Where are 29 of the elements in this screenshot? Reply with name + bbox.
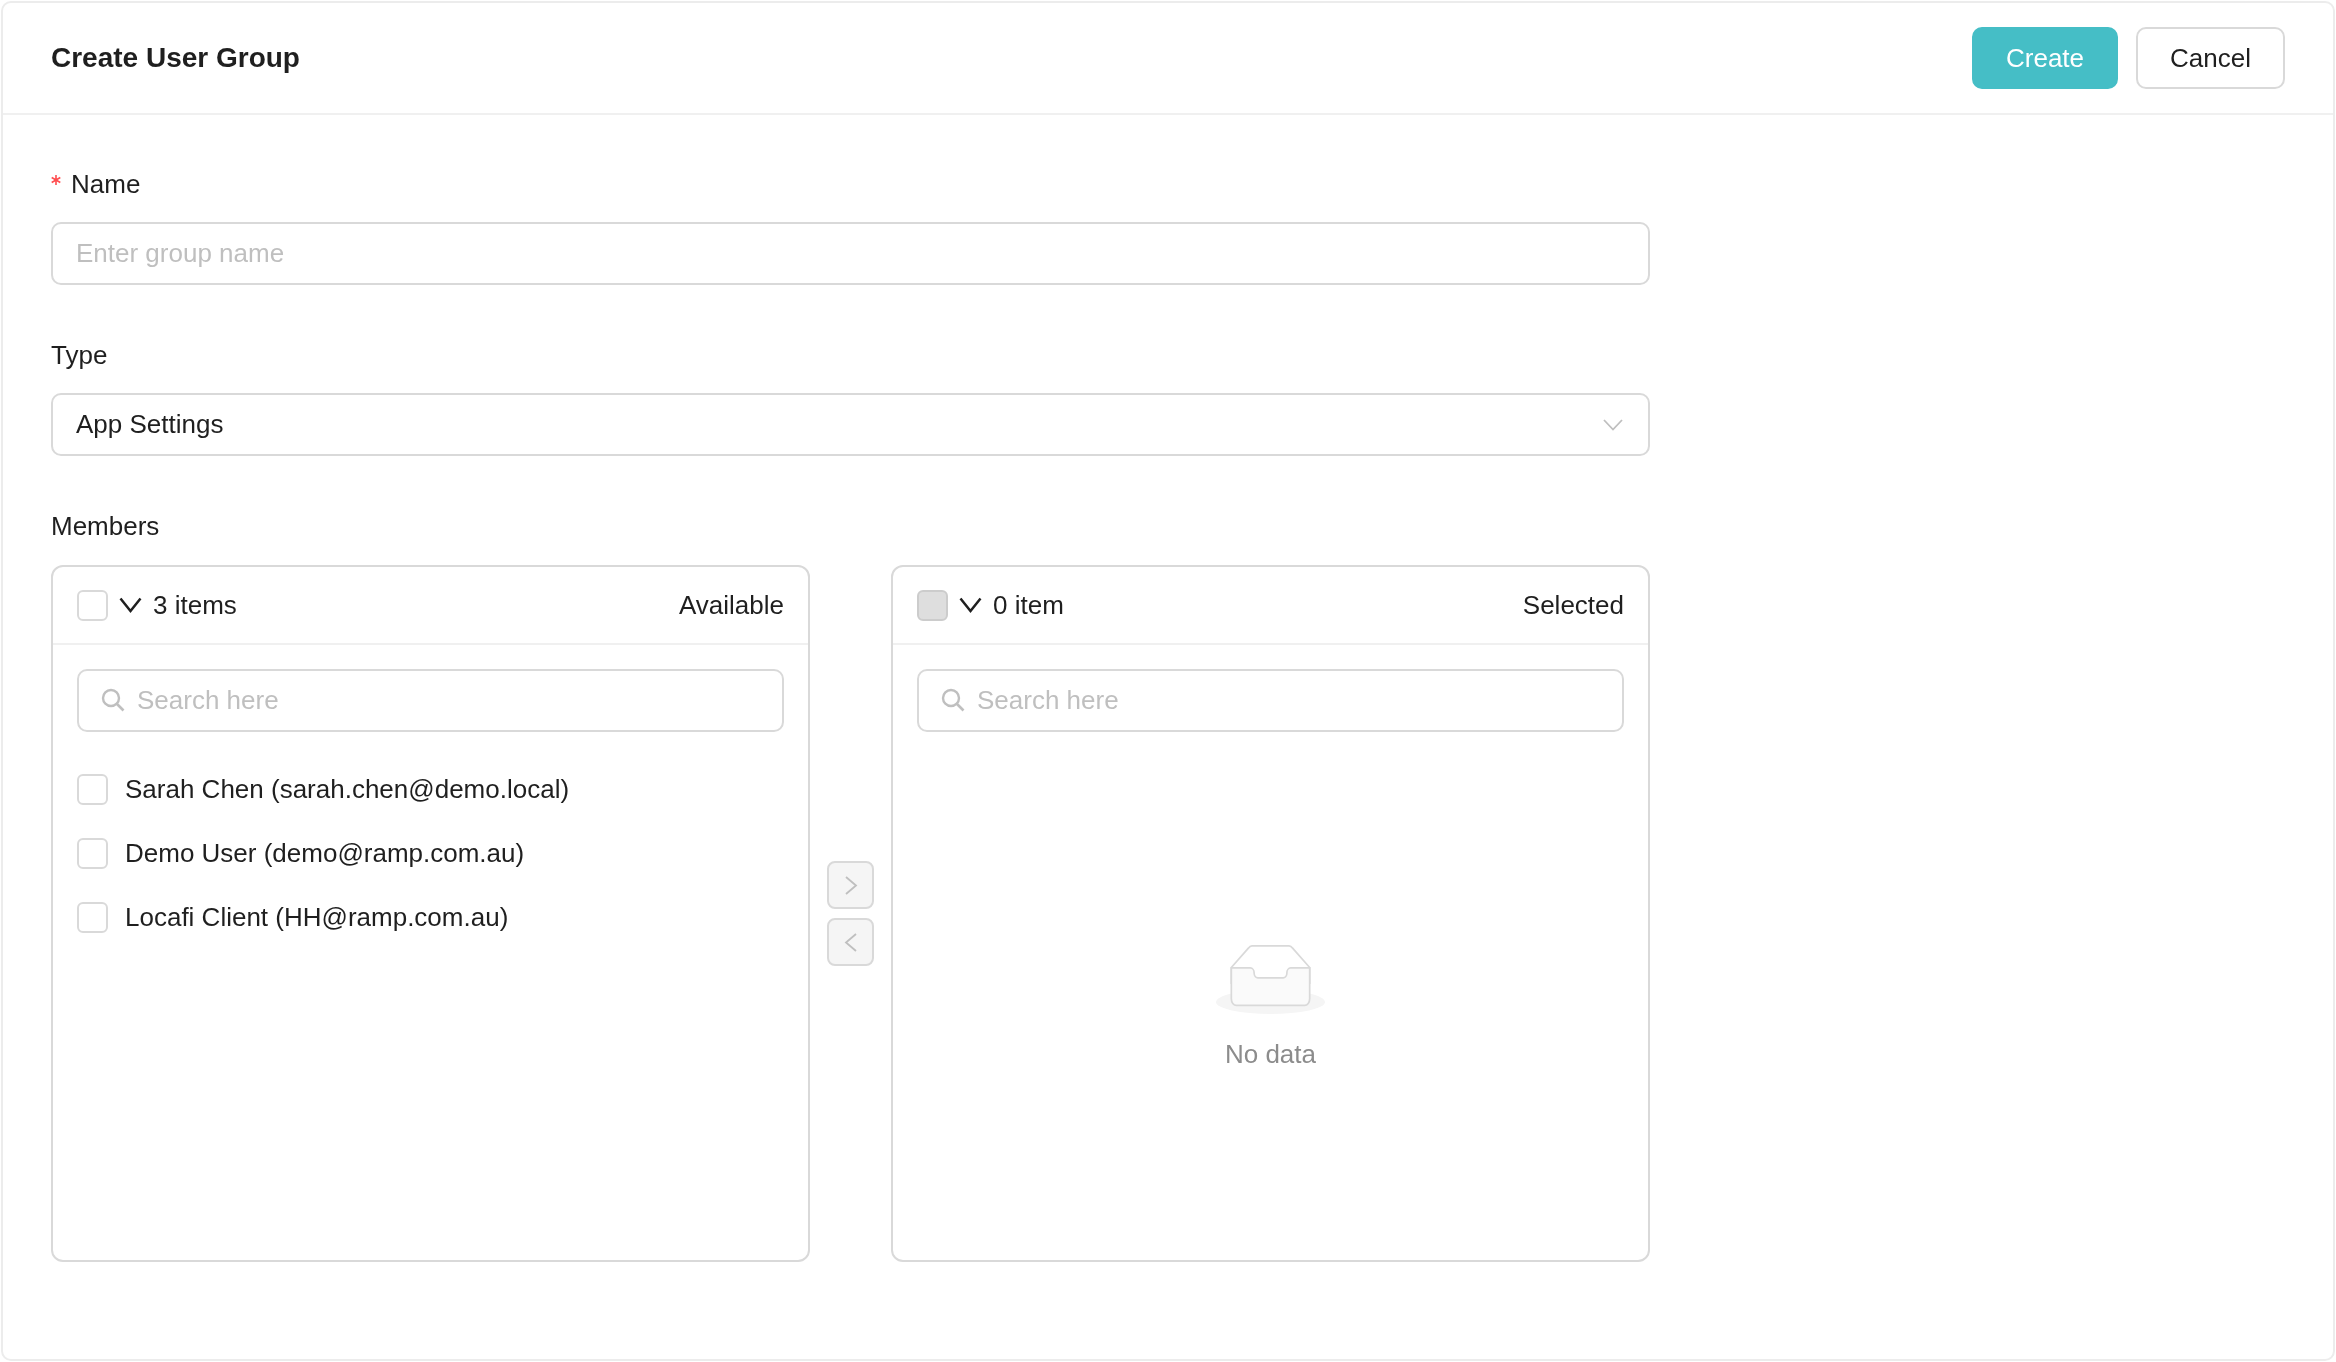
field-label: Name — [71, 168, 141, 201]
search-field[interactable]: Search here — [917, 669, 1624, 732]
item-count: 0 item — [993, 589, 1064, 622]
page-title: Create User Group — [51, 41, 300, 75]
cancel-button[interactable]: Cancel — [2136, 27, 2285, 89]
empty-tray-icon — [1216, 944, 1325, 1014]
select-all-checkbox[interactable] — [77, 589, 108, 621]
list-item-label[interactable]: Sarah Chen (sarah.chen@demo.local) — [125, 771, 570, 807]
field-label: Members — [51, 510, 160, 543]
list-item-label[interactable]: Locafi Client (HH@ramp.com.au) — [125, 899, 509, 935]
empty-text: No data — [1224, 1038, 1317, 1071]
search-icon — [101, 688, 125, 712]
item-checkbox[interactable] — [77, 837, 108, 869]
item-checkbox[interactable] — [77, 773, 108, 805]
search-icon — [941, 688, 965, 712]
item-checkbox[interactable] — [77, 901, 108, 933]
list-item-label[interactable]: Demo User (demo@ramp.com.au) — [125, 835, 525, 871]
chevron-down-icon — [1603, 418, 1623, 431]
item-count: 3 items — [153, 589, 237, 622]
chevron-down-icon[interactable] — [959, 597, 982, 613]
chevron-right-icon — [843, 874, 858, 896]
select-field[interactable]: App Settings — [51, 393, 1650, 456]
list-title: Available — [678, 589, 784, 622]
search-field[interactable]: Search here — [77, 669, 784, 732]
chevron-left-icon — [843, 931, 858, 953]
text-input[interactable]: Enter group name — [51, 222, 1650, 285]
field-label: Type — [51, 339, 108, 372]
chevron-down-icon[interactable] — [119, 597, 142, 613]
list-title: Selected — [1522, 589, 1624, 622]
